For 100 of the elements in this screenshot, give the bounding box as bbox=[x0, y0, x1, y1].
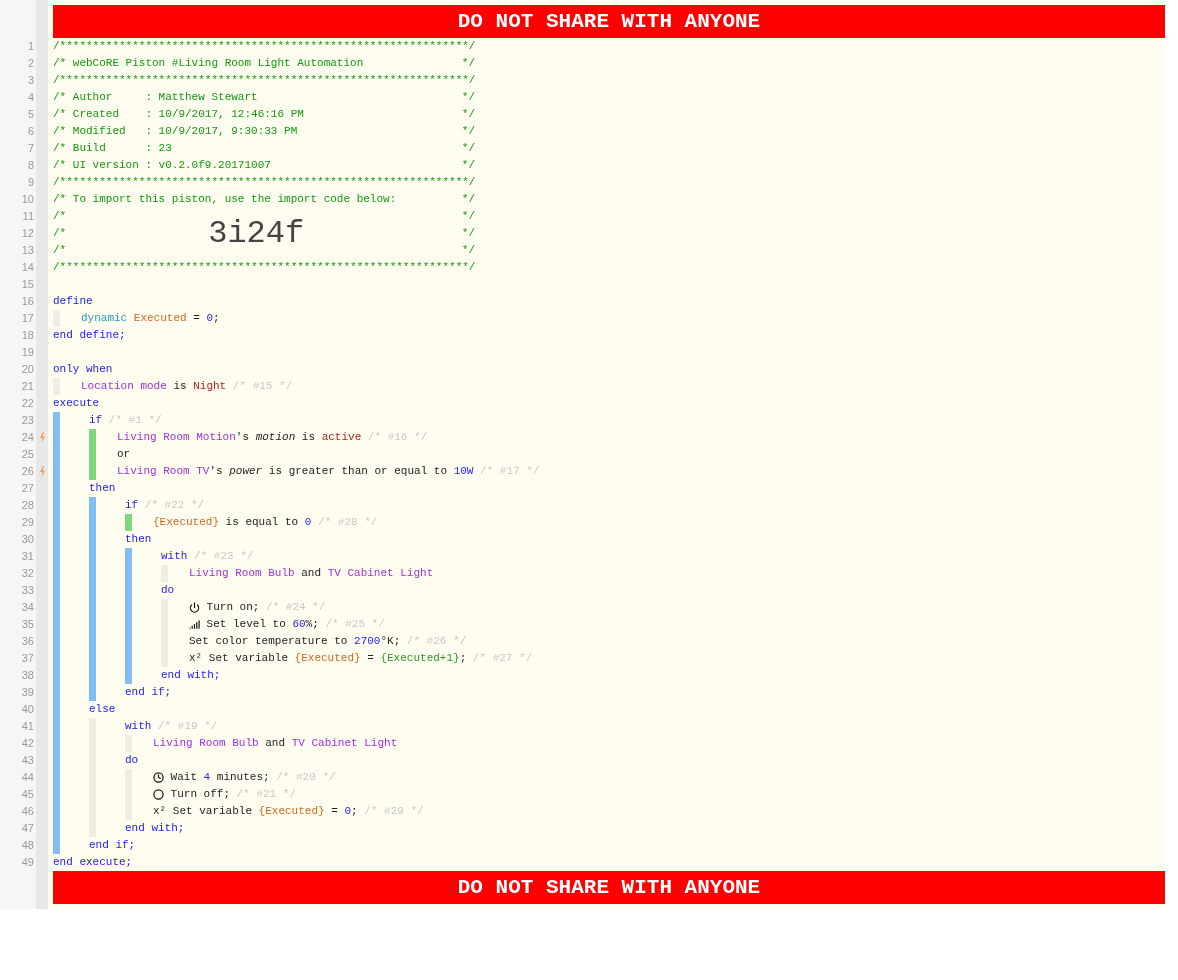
code-text: Wait bbox=[170, 770, 197, 785]
warning-banner: DO NOT SHARE WITH ANYONE bbox=[53, 871, 1165, 904]
keyword: end with; bbox=[161, 668, 221, 683]
number-value: 0 bbox=[304, 515, 312, 530]
code-text: is equal to bbox=[225, 515, 299, 530]
line-number: 17 bbox=[0, 310, 36, 327]
number-value: 10W bbox=[453, 464, 474, 479]
variable-name: {Executed} bbox=[258, 804, 325, 819]
keyword: end if; bbox=[89, 838, 136, 853]
code-text: is greater than or equal to bbox=[268, 464, 448, 479]
line-number: 44 bbox=[0, 769, 36, 786]
line-number: 40 bbox=[0, 701, 36, 718]
code-text: 's bbox=[235, 430, 250, 445]
line-number: 7 bbox=[0, 140, 36, 157]
comment-end: */ bbox=[461, 124, 475, 139]
code-text: is bbox=[173, 379, 187, 394]
code-text: ; bbox=[213, 311, 220, 326]
line-number: 22 bbox=[0, 395, 36, 412]
comment-end: */ bbox=[461, 141, 475, 156]
type-keyword: dynamic bbox=[81, 311, 128, 326]
line-number: 49 bbox=[0, 854, 36, 871]
number-value: 4 bbox=[203, 770, 211, 785]
value-text: active bbox=[321, 430, 362, 445]
keyword: end define; bbox=[53, 328, 126, 343]
line-number: 10 bbox=[0, 191, 36, 208]
header-comment: /**************************************************************/ bbox=[53, 175, 476, 190]
line-number: 14 bbox=[0, 259, 36, 276]
code-text: x² bbox=[153, 804, 167, 819]
line-number: 21 bbox=[0, 378, 36, 395]
line-number: 18 bbox=[0, 327, 36, 344]
header-comment: /* Created : 10/9/2017, 12:46:16 PM bbox=[53, 107, 304, 122]
line-number: 12 bbox=[0, 225, 36, 242]
line-number: 2 bbox=[0, 55, 36, 72]
keyword: only when bbox=[53, 362, 113, 377]
comment-end: */ bbox=[461, 90, 475, 105]
comment-end: */ bbox=[461, 243, 475, 258]
line-number: 23 bbox=[0, 412, 36, 429]
variable-name: {Executed} bbox=[153, 515, 219, 530]
power-icon bbox=[189, 602, 200, 613]
device-name: Living Room Bulb bbox=[153, 736, 259, 751]
line-number: 27 bbox=[0, 480, 36, 497]
variable-name: {Executed} bbox=[294, 651, 361, 666]
import-code: 3i24f bbox=[208, 215, 305, 252]
header-comment: /* Build : 23 bbox=[53, 141, 172, 156]
keyword: end execute; bbox=[53, 855, 133, 870]
device-name: Location mode bbox=[81, 379, 167, 394]
header-comment: /* bbox=[53, 209, 67, 224]
code-text: = bbox=[193, 311, 200, 326]
header-comment: /* Author : Matthew Stewart bbox=[53, 90, 258, 105]
code-text: and bbox=[265, 736, 286, 751]
expression: {Executed+1} bbox=[380, 651, 460, 666]
keyword: do bbox=[161, 583, 175, 598]
code-text: or bbox=[117, 447, 131, 462]
code-text: Set color temperature to bbox=[189, 634, 348, 649]
line-number: 20 bbox=[0, 361, 36, 378]
comment-end: */ bbox=[461, 209, 475, 224]
line-number: 41 bbox=[0, 718, 36, 735]
keyword: do bbox=[125, 753, 139, 768]
line-number: 32 bbox=[0, 565, 36, 582]
line-number: 28 bbox=[0, 497, 36, 514]
code-text: ; bbox=[459, 651, 467, 666]
signal-bars-icon bbox=[189, 619, 200, 630]
code-text: x² bbox=[189, 651, 203, 666]
line-number: 31 bbox=[0, 548, 36, 565]
code-text: Set level to bbox=[206, 617, 286, 632]
keyword: define bbox=[53, 294, 93, 309]
line-number: 35 bbox=[0, 616, 36, 633]
header-comment: /* webCoRE Piston #Living Room Light Automation bbox=[53, 56, 364, 71]
device-name: TV Cabinet Light bbox=[291, 736, 398, 751]
number-value: 0 bbox=[206, 311, 214, 326]
keyword: then bbox=[89, 481, 116, 496]
header-comment: /**************************************************************/ bbox=[53, 260, 476, 275]
line-number: 42 bbox=[0, 735, 36, 752]
line-number: 29 bbox=[0, 514, 36, 531]
code-text: and bbox=[301, 566, 322, 581]
keyword: else bbox=[89, 702, 116, 717]
keyword: end with; bbox=[125, 821, 185, 836]
header-comment: /**************************************************************/ bbox=[53, 73, 476, 88]
comment-end: */ bbox=[461, 226, 475, 241]
block-guide-bar bbox=[125, 514, 132, 531]
line-number: 26 bbox=[0, 463, 36, 480]
line-number: 34 bbox=[0, 599, 36, 616]
attribute-name: power bbox=[229, 464, 263, 479]
header-comment: /* UI version : v0.2.0f9.20171007 bbox=[53, 158, 271, 173]
line-number: 13 bbox=[0, 242, 36, 259]
line-number: 5 bbox=[0, 106, 36, 123]
line-number: 11 bbox=[0, 208, 36, 225]
line-number: 15 bbox=[0, 276, 36, 293]
line-number: 1 bbox=[0, 38, 36, 55]
device-name: Living Room TV bbox=[117, 464, 210, 479]
code-text: ; bbox=[351, 804, 358, 819]
line-number: 24 bbox=[0, 429, 36, 446]
code-text: Set variable bbox=[208, 651, 288, 666]
code-text: is bbox=[301, 430, 316, 445]
line-number: 3 bbox=[0, 72, 36, 89]
keyword: with bbox=[161, 549, 188, 564]
line-number: 19 bbox=[0, 344, 36, 361]
number-value: 0 bbox=[344, 804, 352, 819]
line-number: 36 bbox=[0, 633, 36, 650]
keyword: then bbox=[125, 532, 152, 547]
